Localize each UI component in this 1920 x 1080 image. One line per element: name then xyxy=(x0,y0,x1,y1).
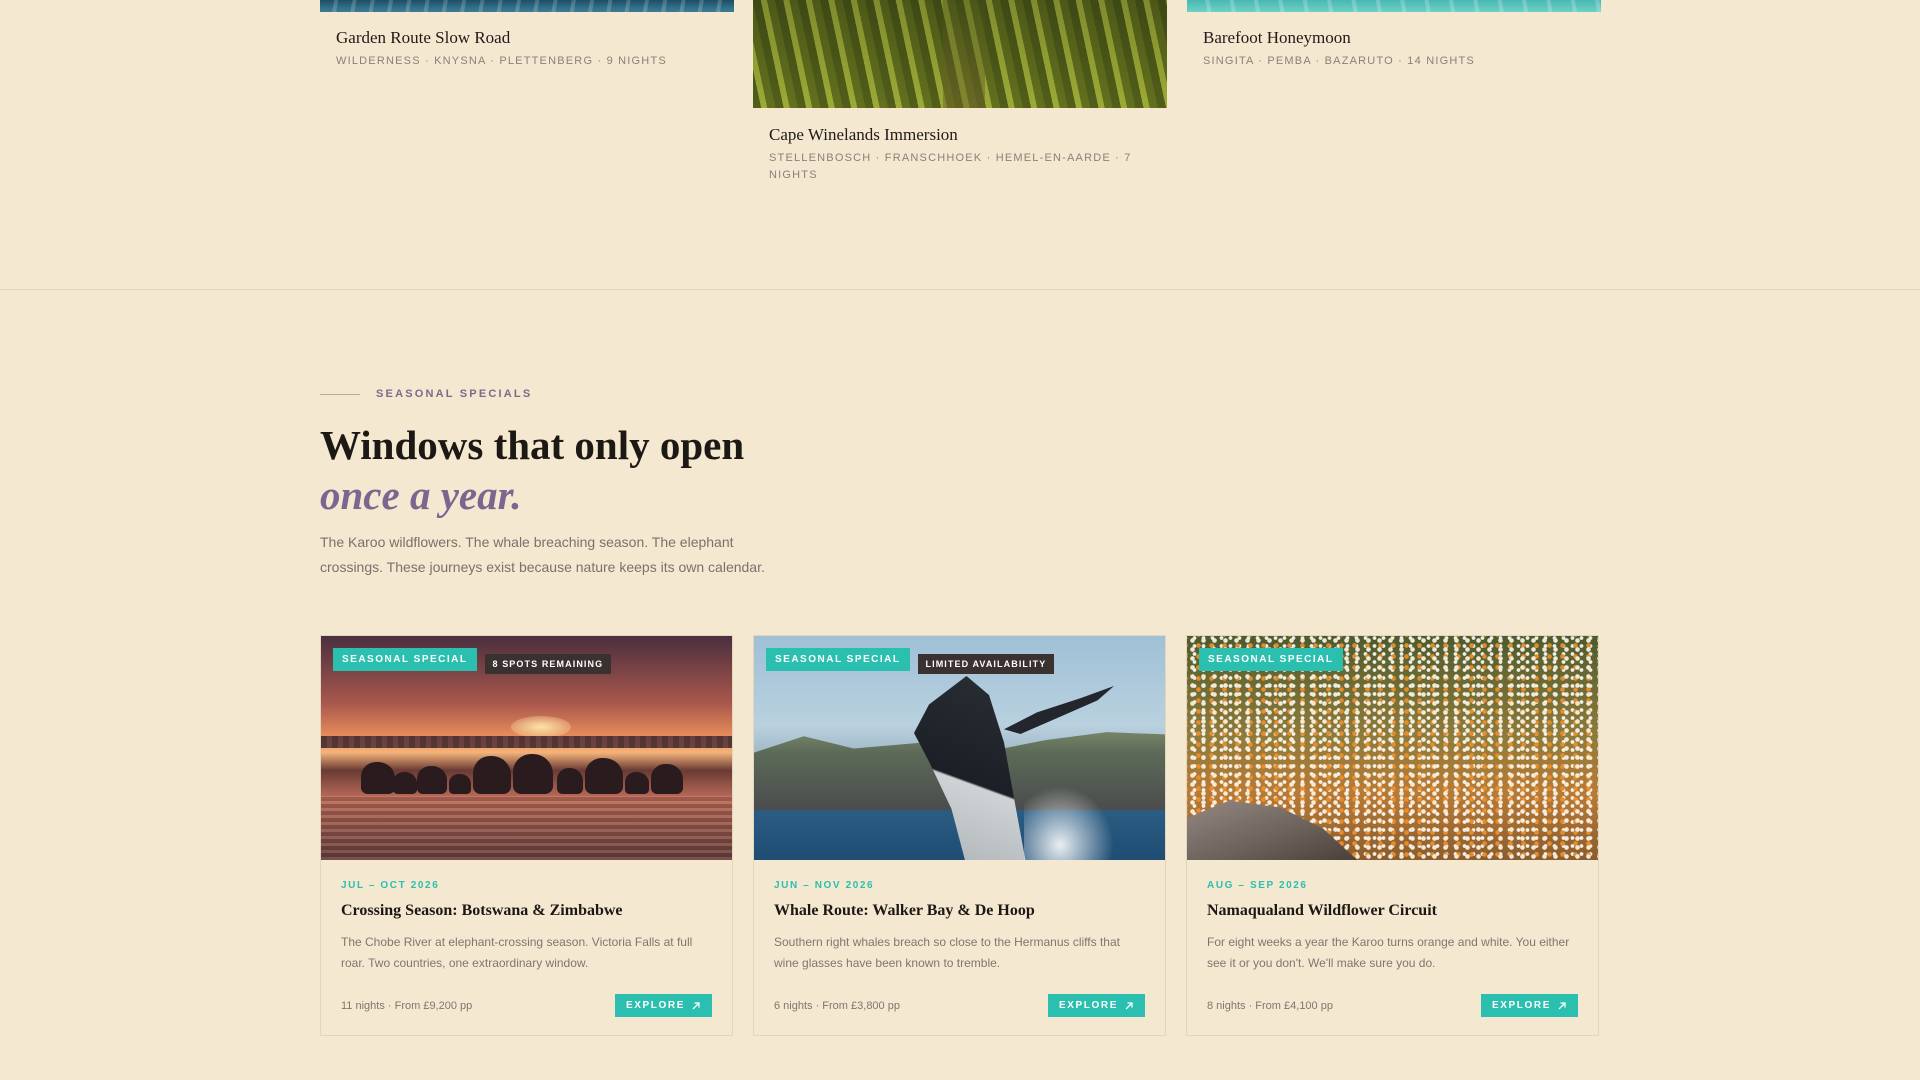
duration-price: 6 nights · From £3,800 pp xyxy=(774,999,900,1012)
trip-title[interactable]: Barefoot Honeymoon xyxy=(1203,28,1585,48)
eyebrow-label: SEASONAL SPECIALS xyxy=(376,388,533,400)
trip-card-garden-route[interactable]: Garden Route Slow Road WILDERNESS · KNYS… xyxy=(320,0,734,70)
trip-meta: SINGITA · PEMBA · BAZARUTO · 14 NIGHTS xyxy=(1203,55,1475,67)
card-description: The Chobe River at elephant-crossing sea… xyxy=(341,935,693,970)
trip-card-cape-winelands[interactable]: Cape Winelands Immersion STELLENBOSCH · … xyxy=(753,0,1167,184)
card-title[interactable]: Namaqualand Wildflower Circuit xyxy=(1207,902,1578,920)
card-description: For eight weeks a year the Karoo turns o… xyxy=(1207,935,1570,970)
arrow-up-right-icon xyxy=(691,1001,701,1011)
explore-label: EXPLORE xyxy=(1059,1000,1118,1011)
seasonal-card-botswana[interactable]: SEASONAL SPECIAL 8 SPOTS REMAINING JUL –… xyxy=(320,635,733,1036)
duration-price: 11 nights · From £9,200 pp xyxy=(341,999,473,1012)
seasonal-special-badge: SEASONAL SPECIAL xyxy=(766,648,910,671)
trip-meta: WILDERNESS · KNYSNA · PLETTENBERG · 9 NI… xyxy=(336,55,667,67)
explore-label: EXPLORE xyxy=(1492,1000,1551,1011)
duration-price: 8 nights · From £4,100 pp xyxy=(1207,999,1333,1012)
season-dates: JUN – NOV 2026 xyxy=(774,880,875,891)
seasonal-special-badge: SEASONAL SPECIAL xyxy=(1199,648,1343,671)
card-description: Southern right whales breach so close to… xyxy=(774,935,1120,970)
arrow-up-right-icon xyxy=(1124,1001,1134,1011)
seasonal-cards-grid: SEASONAL SPECIAL 8 SPOTS REMAINING JUL –… xyxy=(320,635,1600,1036)
explore-label: EXPLORE xyxy=(626,1000,685,1011)
seasonal-special-badge: SEASONAL SPECIAL xyxy=(333,648,477,671)
availability-tag: LIMITED AVAILABILITY xyxy=(917,654,1055,674)
seasonal-card-whale-route[interactable]: SEASONAL SPECIAL LIMITED AVAILABILITY JU… xyxy=(753,635,1166,1036)
trip-title[interactable]: Garden Route Slow Road xyxy=(336,28,718,48)
card-title[interactable]: Whale Route: Walker Bay & De Hoop xyxy=(774,902,1145,920)
trip-card-barefoot-honeymoon[interactable]: Barefoot Honeymoon SINGITA · PEMBA · BAZ… xyxy=(1187,0,1601,70)
section-intro: The Karoo wildflowers. The whale breachi… xyxy=(320,534,765,575)
season-dates: JUL – OCT 2026 xyxy=(341,880,440,891)
elephants-sunset-image: SEASONAL SPECIAL 8 SPOTS REMAINING xyxy=(321,636,732,860)
explore-button[interactable]: EXPLORE xyxy=(615,994,712,1017)
trip-title[interactable]: Cape Winelands Immersion xyxy=(769,125,1151,145)
card-title[interactable]: Crossing Season: Botswana & Zimbabwe xyxy=(341,902,712,920)
eyebrow-divider xyxy=(320,393,360,395)
seasonal-card-namaqualand[interactable]: SEASONAL SPECIAL AUG – SEP 2026 Namaqual… xyxy=(1186,635,1599,1036)
headline-line-2: once a year. xyxy=(320,472,522,518)
lagoon-image xyxy=(1187,0,1601,12)
ocean-image xyxy=(320,0,734,12)
wildflowers-image: SEASONAL SPECIAL xyxy=(1187,636,1598,860)
section-eyebrow: SEASONAL SPECIALS xyxy=(320,388,532,400)
season-dates: AUG – SEP 2026 xyxy=(1207,880,1308,891)
featured-trips-section: Garden Route Slow Road WILDERNESS · KNYS… xyxy=(0,0,1920,290)
availability-tag: 8 SPOTS REMAINING xyxy=(484,654,612,674)
trip-meta: STELLENBOSCH · FRANSCHHOEK · HEMEL-EN-AA… xyxy=(769,152,1132,181)
explore-button[interactable]: EXPLORE xyxy=(1481,994,1578,1017)
section-headline: Windows that only open once a year. xyxy=(320,420,744,520)
vineyard-image xyxy=(753,0,1167,108)
headline-line-1: Windows that only open xyxy=(320,422,745,468)
explore-button[interactable]: EXPLORE xyxy=(1048,994,1145,1017)
arrow-up-right-icon xyxy=(1557,1001,1567,1011)
breaching-whale-image: SEASONAL SPECIAL LIMITED AVAILABILITY xyxy=(754,636,1165,860)
